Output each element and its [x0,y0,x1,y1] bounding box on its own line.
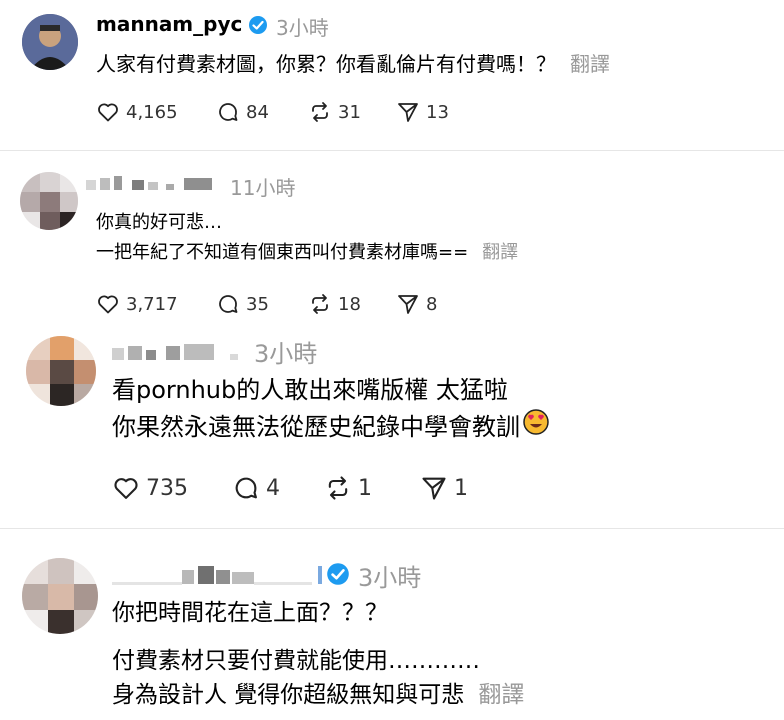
heart-icon [98,103,118,122]
action-bar: 735 4 1 1 [112,474,468,502]
post-text-line: 你果然永遠無法從歷史紀錄中學會教訓 [112,413,520,441]
post-time: 11小時 [230,176,296,200]
repost-count: 1 [358,475,372,501]
post-text: 你把時間花在這上面？？？ 付費素材只要付費就能使用………… 身為設計人 覺得你超… [112,596,524,712]
comment-count: 84 [246,101,269,123]
avatar[interactable] [26,336,96,406]
post-text-line: 人家有付費素材圖，你累？你看亂倫片有付費嗎！？ [96,52,556,76]
post-3: 3小時 看pornhub的人敢出來嘴版權 太猛啦 你果然永遠無法從歷史紀錄中學會… [0,328,784,528]
share-count: 8 [426,293,438,315]
comment-count: 4 [266,475,280,501]
blurred-username [112,340,248,368]
heart-icon [98,295,118,314]
share-button[interactable]: 1 [420,474,468,502]
post-text: 你真的好可悲… 一把年紀了不知道有個東西叫付費素材庫嗎== 翻譯 [96,208,518,268]
verified-badge-icon [326,562,350,590]
send-icon [398,103,418,122]
heart-icon [114,478,138,499]
post-time: 3小時 [276,16,329,40]
send-icon [398,295,418,314]
like-button[interactable]: 735 [112,474,232,502]
post-text: 看pornhub的人敢出來嘴版權 太猛啦 你果然永遠無法從歷史紀錄中學會教訓 [112,372,550,446]
username[interactable]: mannam_pyc [96,12,242,36]
repost-button[interactable]: 1 [324,474,420,502]
post-time: 3小時 [358,564,422,592]
post-text-line: 你真的好可悲… [96,212,222,233]
share-button[interactable]: 8 [396,292,437,316]
avatar[interactable] [22,14,78,70]
post-text-line: 付費素材只要付費就能使用………… [112,648,480,674]
like-button[interactable]: 3,717 [96,292,216,316]
verified-badge-icon [248,15,268,39]
avatar[interactable] [22,558,98,634]
send-icon [422,477,446,500]
repost-count: 18 [338,293,361,315]
post-4: 3小時 你把時間花在這上面？？？ 付費素材只要付費就能使用………… 身為設計人 … [0,528,784,720]
translate-link[interactable]: 翻譯 [482,242,518,263]
action-bar: 4,165 84 31 13 [96,100,449,124]
blurred-username [112,562,322,592]
avatar[interactable] [20,172,78,230]
post-2: 11小時 你真的好可悲… 一把年紀了不知道有個東西叫付費素材庫嗎== 翻譯 3,7… [0,150,784,328]
comment-button[interactable]: 84 [216,100,308,124]
like-button[interactable]: 4,165 [96,100,216,124]
heart-eyes-emoji-icon [522,408,550,446]
post-text-line: 身為設計人 覺得你超級無知與可悲 [112,682,465,708]
post-text-line: 一把年紀了不知道有個東西叫付費素材庫嗎== [96,242,469,263]
repost-icon [328,476,348,500]
repost-button[interactable]: 31 [308,100,396,124]
like-count: 735 [146,475,188,501]
comment-icon [219,295,238,313]
comment-icon [219,103,238,121]
comment-count: 35 [246,293,269,315]
share-button[interactable]: 13 [396,100,449,124]
post-time: 3小時 [254,340,318,368]
comment-button[interactable]: 35 [216,292,308,316]
comment-icon [235,477,257,499]
repost-icon [312,294,328,314]
translate-link[interactable]: 翻譯 [570,52,610,76]
action-bar: 3,717 35 18 8 [96,292,437,316]
repost-button[interactable]: 18 [308,292,396,316]
repost-icon [312,102,328,122]
post-1: mannam_pyc 3小時 人家有付費素材圖，你累？你看亂倫片有付費嗎！？ 翻譯… [0,0,784,150]
repost-count: 31 [338,101,361,123]
share-count: 13 [426,101,449,123]
comment-button[interactable]: 4 [232,474,324,502]
translate-link[interactable]: 翻譯 [478,682,524,708]
like-count: 3,717 [126,293,178,315]
post-text-line: 你把時間花在這上面？？？ [112,600,388,626]
blurred-username [86,174,218,198]
share-count: 1 [454,475,468,501]
post-text: 人家有付費素材圖，你累？你看亂倫片有付費嗎！？ 翻譯 [96,48,610,77]
like-count: 4,165 [126,101,178,123]
post-text-line: 看pornhub的人敢出來嘴版權 太猛啦 [112,376,508,404]
